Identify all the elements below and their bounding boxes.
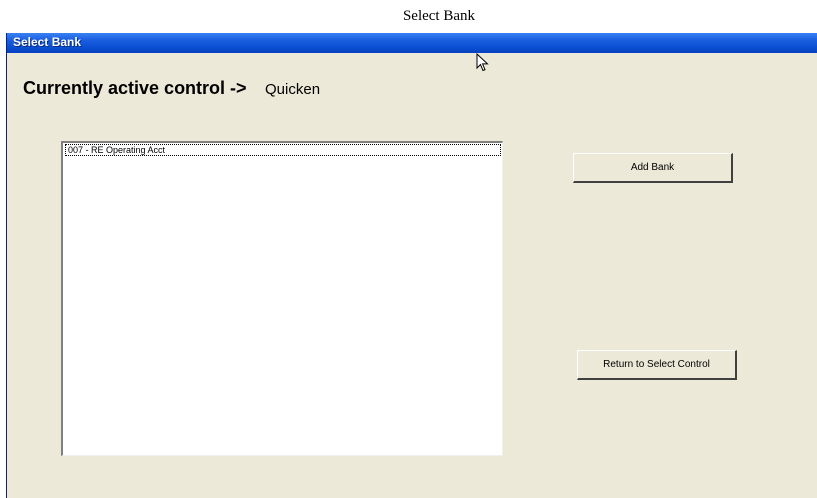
page-caption: Select Bank — [402, 8, 476, 24]
window-titlebar[interactable]: Select Bank — [7, 33, 817, 53]
mouse-pointer-icon — [476, 53, 489, 72]
select-bank-window: Select Bank Currently active control -> … — [6, 33, 817, 498]
bank-listbox[interactable]: 007 - RE Operating Acct — [61, 141, 503, 456]
active-control-label: Currently active control -> — [23, 78, 247, 98]
bank-list-item[interactable]: 007 - RE Operating Acct — [65, 144, 501, 156]
window-title: Select Bank — [13, 35, 82, 49]
active-control-row: Currently active control -> Quicken — [23, 78, 320, 99]
active-control-value: Quicken — [265, 81, 321, 98]
return-to-select-control-button[interactable]: Return to Select Control — [577, 350, 737, 380]
add-bank-button[interactable]: Add Bank — [573, 153, 733, 183]
